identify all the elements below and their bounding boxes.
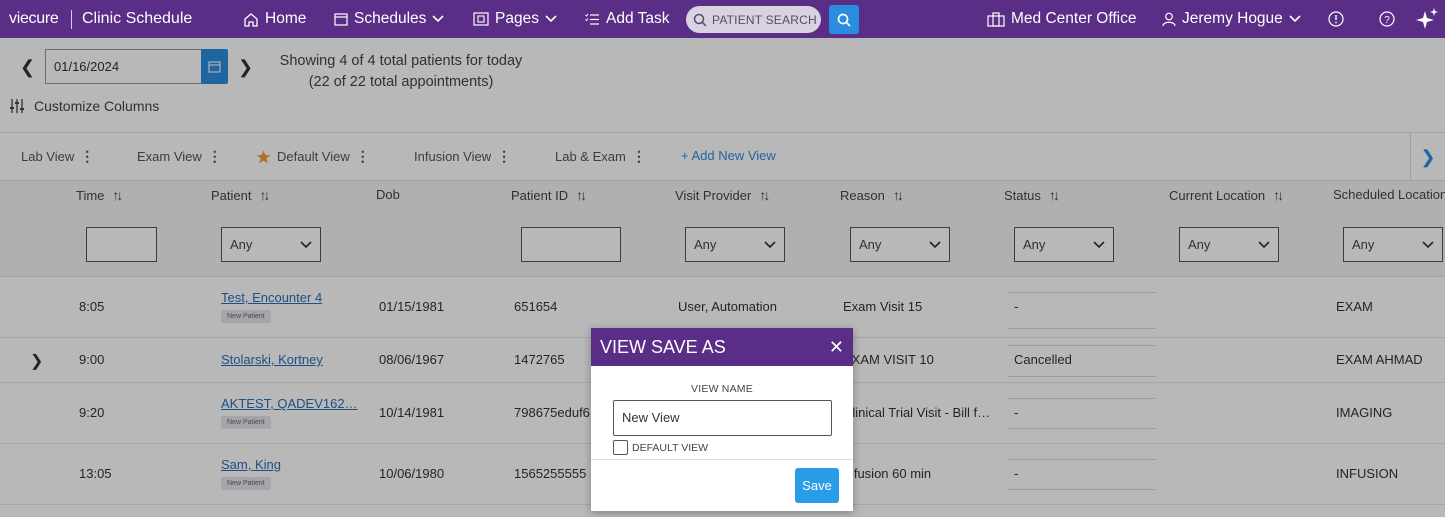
view-name-label: VIEW NAME [691,383,753,395]
default-view-checkbox-row[interactable]: DEFAULT VIEW [613,440,708,455]
search-icon [837,13,851,27]
dialog-divider [591,459,853,460]
nav-schedules[interactable]: Schedules [334,10,444,28]
view-name-input[interactable]: New View [613,400,832,436]
nav-pages-label: Pages [495,10,539,27]
pages-icon [473,12,489,26]
patient-search-input[interactable]: PATIENT SEARCH [686,6,821,33]
search-placeholder: PATIENT SEARCH [712,12,817,27]
nav-office[interactable]: Med Center Office [987,10,1137,28]
dialog-header: VIEW SAVE AS ✕ [591,328,853,366]
nav-add-task-label: Add Task [606,10,670,27]
app-title: Clinic Schedule [82,10,193,27]
nav-user[interactable]: Jeremy Hogue [1162,10,1301,28]
chevron-down-icon [1289,15,1301,23]
default-view-label: DEFAULT VIEW [632,441,709,454]
alert-icon[interactable] [1328,11,1344,27]
top-nav: viecure Clinic Schedule Home Schedules P… [0,0,1445,38]
default-view-checkbox[interactable] [613,440,628,455]
dialog-title: VIEW SAVE AS [600,336,726,357]
help-icon[interactable]: ? [1379,11,1395,27]
brand-logo[interactable]: viecure [9,10,59,28]
sparkle-icon[interactable] [1415,7,1439,31]
nav-pages[interactable]: Pages [473,10,557,28]
building-icon [987,11,1005,27]
nav-add-task[interactable]: Add Task [585,10,669,28]
nav-schedules-label: Schedules [354,10,427,27]
task-list-icon [585,13,599,25]
brand-divider [71,10,72,29]
save-button[interactable]: Save [795,468,839,503]
user-icon [1162,12,1176,26]
close-icon[interactable]: ✕ [829,337,844,358]
chevron-down-icon [545,15,557,23]
svg-text:?: ? [1384,15,1390,26]
chevron-down-icon [432,15,444,23]
home-icon [244,12,258,27]
view-save-as-dialog: VIEW SAVE AS ✕ VIEW NAME New View DEFAUL… [591,328,853,511]
office-label: Med Center Office [1011,10,1137,27]
calendar-icon [334,13,348,26]
search-icon [693,13,707,27]
search-button[interactable] [829,5,859,34]
nav-home[interactable]: Home [243,10,306,28]
nav-home-label: Home [265,10,307,27]
user-name: Jeremy Hogue [1182,10,1283,27]
